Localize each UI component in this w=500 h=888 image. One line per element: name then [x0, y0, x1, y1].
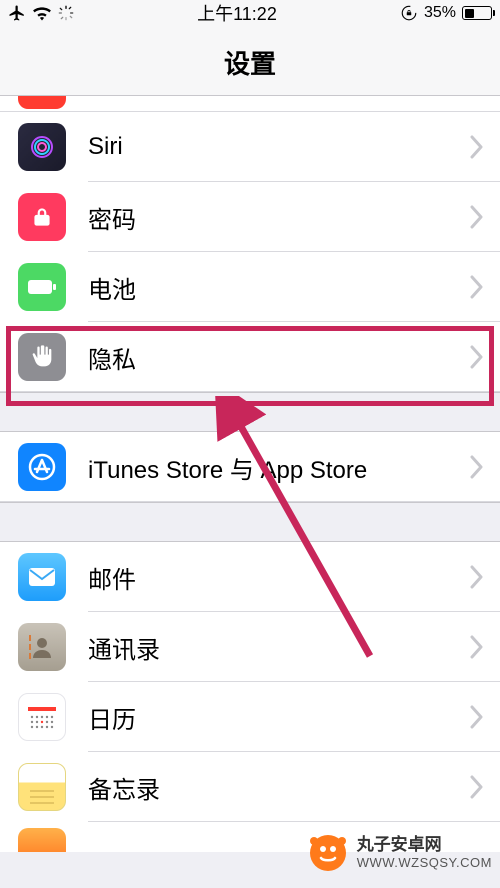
- loading-spinner-icon: [58, 5, 74, 21]
- nav-header: 设置: [0, 26, 500, 96]
- chevron-right-icon: [470, 705, 484, 729]
- chevron-right-icon: [470, 455, 484, 479]
- row-label: iTunes Store 与 App Store: [88, 450, 470, 485]
- appstore-icon: [18, 443, 66, 491]
- row-privacy[interactable]: 隐私: [0, 322, 500, 392]
- battery-icon: [462, 6, 492, 20]
- chevron-right-icon: [470, 135, 484, 159]
- watermark: 丸子安卓网 WWW.WZSQSY.COM: [307, 832, 492, 874]
- notes-icon: [18, 763, 66, 811]
- chevron-right-icon: [470, 345, 484, 369]
- chevron-right-icon: [470, 275, 484, 299]
- row-calendar[interactable]: 日历: [0, 682, 500, 752]
- row-contacts[interactable]: 通讯录: [0, 612, 500, 682]
- row-label: 备忘录: [88, 770, 470, 805]
- row-label: 隐私: [88, 340, 470, 375]
- row-notes[interactable]: 备忘录: [0, 752, 500, 822]
- row-label: 邮件: [88, 560, 470, 595]
- row-label: 密码: [88, 200, 470, 235]
- row-label: 日历: [88, 700, 470, 735]
- row-label: Siri: [88, 133, 470, 161]
- row-label: 电池: [88, 270, 470, 305]
- lock-icon: [18, 193, 66, 241]
- status-bar: 上午11:22 35%: [0, 0, 500, 26]
- hand-icon: [18, 333, 66, 381]
- row-partial-top[interactable]: [0, 96, 500, 112]
- row-label: 通讯录: [88, 630, 470, 665]
- watermark-url: WWW.WZSQSY.COM: [357, 855, 492, 871]
- battery-settings-icon: [18, 263, 66, 311]
- status-left: [8, 4, 74, 22]
- unknown-red-icon: [18, 96, 66, 109]
- status-time: 上午11:22: [197, 0, 277, 26]
- mail-icon: [18, 553, 66, 601]
- group-apps: 邮件 通讯录 日历: [0, 541, 500, 852]
- row-mail[interactable]: 邮件: [0, 542, 500, 612]
- reminders-icon: [18, 828, 66, 852]
- row-passcode[interactable]: 密码: [0, 182, 500, 252]
- airplane-mode-icon: [8, 4, 26, 22]
- siri-icon: [18, 123, 66, 171]
- rotation-lock-icon: [400, 4, 418, 22]
- row-itunes-appstore[interactable]: iTunes Store 与 App Store: [0, 432, 500, 502]
- battery-percent: 35%: [424, 4, 456, 22]
- watermark-logo-icon: [307, 832, 349, 874]
- status-right: 35%: [400, 4, 492, 22]
- wifi-icon: [32, 5, 52, 21]
- group-store: iTunes Store 与 App Store: [0, 431, 500, 503]
- calendar-icon: [18, 693, 66, 741]
- page-title: 设置: [0, 44, 500, 81]
- chevron-right-icon: [470, 775, 484, 799]
- group-general: Siri 密码 电池: [0, 96, 500, 393]
- chevron-right-icon: [470, 635, 484, 659]
- settings-list: Siri 密码 电池: [0, 96, 500, 852]
- row-battery[interactable]: 电池: [0, 252, 500, 322]
- watermark-title: 丸子安卓网: [357, 835, 492, 855]
- chevron-right-icon: [470, 205, 484, 229]
- contacts-icon: [18, 623, 66, 671]
- screen: 上午11:22 35% 设置 Siri: [0, 0, 500, 888]
- chevron-right-icon: [470, 565, 484, 589]
- row-siri[interactable]: Siri: [0, 112, 500, 182]
